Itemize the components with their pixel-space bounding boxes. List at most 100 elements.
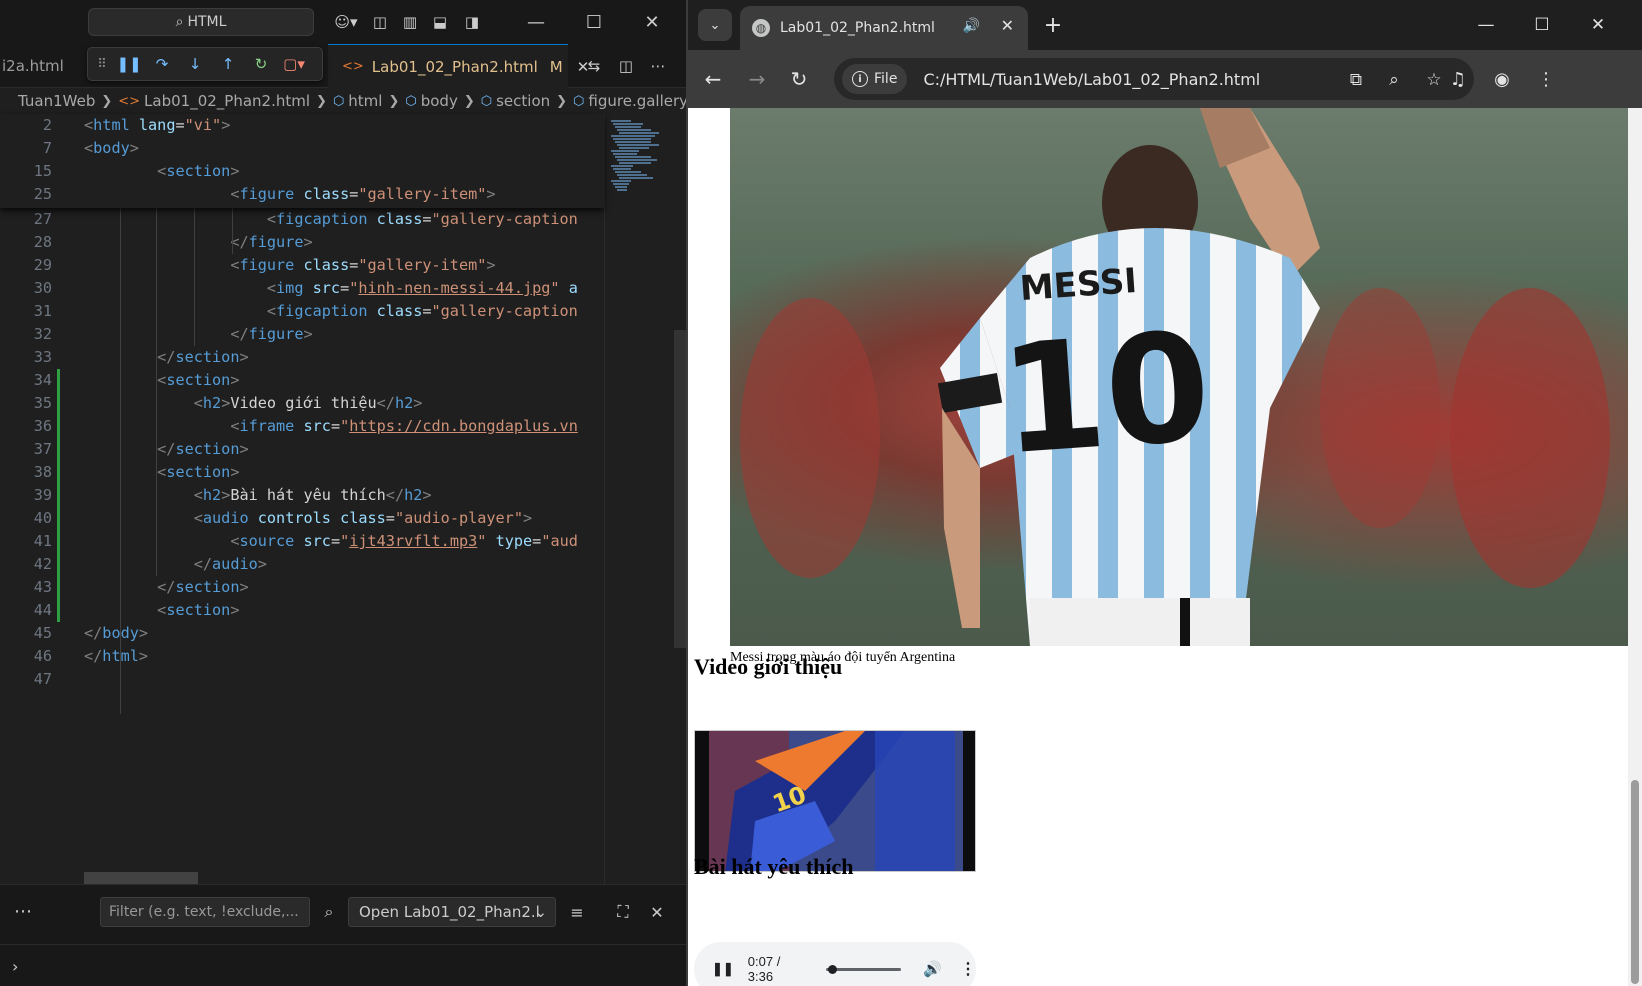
browser-toolbar: ← → ↻ i File C:/HTML/Tuan1Web/Lab01_02_P…: [688, 50, 1642, 108]
code-line[interactable]: 32 </figure>: [0, 323, 604, 346]
code-line[interactable]: 38 <section>: [0, 461, 604, 484]
open-changes-icon[interactable]: ⇆: [582, 54, 606, 78]
code-line[interactable]: 43 </section>: [0, 576, 604, 599]
code-line[interactable]: 31 <figcaption class="gallery-caption: [0, 300, 604, 323]
search-icon[interactable]: ⌕: [316, 899, 342, 925]
editor-horizontal-scrollbar[interactable]: [84, 872, 198, 884]
browser-tab[interactable]: ◍ Lab01_02_Phan2.html 🔊 ✕: [740, 6, 1028, 50]
video-embed[interactable]: 10: [694, 730, 976, 872]
forward-arrow-icon[interactable]: →: [742, 64, 772, 94]
code-line[interactable]: 41 <source src="ijt43rvflt.mp3" type="au…: [0, 530, 604, 553]
code-line[interactable]: 36 <iframe src="https://cdn.bongdaplus.v…: [0, 415, 604, 438]
word-wrap-icon[interactable]: ≡: [564, 899, 590, 925]
globe-icon: ◍: [752, 19, 770, 37]
close-window-icon[interactable]: ✕: [1578, 8, 1618, 42]
translate-icon[interactable]: ⧉: [1344, 68, 1368, 92]
terminal-area[interactable]: ›: [0, 944, 686, 986]
reload-icon[interactable]: ↻: [784, 64, 814, 94]
volume-icon[interactable]: 🔊: [923, 960, 942, 978]
maximize-icon[interactable]: ☐: [1522, 8, 1562, 42]
minimap[interactable]: [604, 114, 674, 884]
split-editor-icon[interactable]: ◫: [614, 54, 638, 78]
pause-icon[interactable]: ❚❚: [116, 52, 141, 76]
breadcrumb-item[interactable]: section: [496, 92, 550, 110]
code-line[interactable]: 28 </figure>: [0, 231, 604, 254]
audio-progress-knob[interactable]: [827, 964, 837, 974]
drag-handle-icon[interactable]: ⠿: [96, 52, 108, 76]
maximize-panel-icon[interactable]: ⛶: [610, 899, 636, 925]
audio-progress-track[interactable]: [825, 964, 902, 974]
zoom-icon[interactable]: ⌕: [1382, 68, 1406, 92]
code-line[interactable]: 15 <section>: [0, 160, 604, 183]
step-over-icon[interactable]: ↷: [150, 52, 174, 76]
step-out-icon[interactable]: ↑: [216, 52, 240, 76]
code-editor[interactable]: 2 <html lang="vi"> 7 <body> 15 <section> 25 <…: [0, 114, 686, 884]
breadcrumb-item[interactable]: html: [348, 92, 382, 110]
kebab-menu-icon[interactable]: ⋮: [1532, 65, 1560, 93]
kebab-menu-icon[interactable]: ⋮: [960, 959, 976, 979]
minimize-icon[interactable]: —: [1466, 8, 1506, 42]
breadcrumb-item[interactable]: figure.gallery: [588, 92, 686, 110]
media-control-icon[interactable]: ♫: [1444, 65, 1472, 93]
close-tab-icon[interactable]: ✕: [1001, 16, 1014, 35]
code-line[interactable]: 45 </body>: [0, 622, 604, 645]
line-number: 25: [33, 185, 52, 203]
code-line[interactable]: 39 <h2>Bài hát yêu thích</h2>: [0, 484, 604, 507]
minimap-line: [619, 147, 649, 149]
code-line[interactable]: 46 </html>: [0, 645, 604, 668]
tab-previous-file[interactable]: i2a.html: [0, 44, 88, 88]
speaker-icon[interactable]: 🔊: [963, 18, 980, 34]
code-line[interactable]: 29 <figure class="gallery-item">: [0, 254, 604, 277]
breadcrumb-item[interactable]: Tuan1Web: [18, 92, 95, 110]
url-text[interactable]: C:/HTML/Tuan1Web/Lab01_02_Phan2.html: [923, 70, 1260, 89]
output-channel-select[interactable]: Open Lab01_02_Phan2.l ⌄: [348, 897, 556, 927]
page-scrollbar-thumb[interactable]: [1631, 780, 1639, 984]
code-text: <body>: [84, 139, 139, 157]
copilot-icon[interactable]: ☺▾: [328, 10, 364, 34]
code-line[interactable]: 2 <html lang="vi">: [0, 114, 604, 137]
more-icon[interactable]: ⋯: [14, 901, 32, 922]
code-line[interactable]: 33 </section>: [0, 346, 604, 369]
pause-icon[interactable]: ❚❚: [712, 961, 734, 977]
new-tab-button[interactable]: +: [1038, 10, 1068, 40]
code-line[interactable]: 42 </audio>: [0, 553, 604, 576]
address-bar[interactable]: i File C:/HTML/Tuan1Web/Lab01_02_Phan2.h…: [834, 58, 1474, 100]
close-window-icon[interactable]: ✕: [636, 8, 668, 36]
filter-input[interactable]: Filter (e.g. text, !exclude,...: [100, 897, 310, 927]
customize-layout-icon[interactable]: ◫: [368, 10, 392, 34]
minimize-icon[interactable]: —: [520, 8, 552, 36]
close-panel-icon[interactable]: ✕: [644, 899, 670, 925]
code-line[interactable]: 27 <figcaption class="gallery-caption: [0, 208, 604, 231]
back-arrow-icon[interactable]: ←: [698, 64, 728, 94]
code-line[interactable]: 30 <img src="hinh-nen-messi-44.jpg" a: [0, 277, 604, 300]
profile-icon[interactable]: ◉: [1488, 65, 1516, 93]
toggle-secondary-sidebar-icon[interactable]: ◨: [460, 10, 484, 34]
bookmark-star-icon[interactable]: ☆: [1422, 68, 1446, 92]
code-line[interactable]: 44 <section>: [0, 599, 604, 622]
code-line[interactable]: 7 <body>: [0, 137, 604, 160]
audio-player[interactable]: ❚❚ 0:07 / 3:36 🔊 ⋮: [694, 942, 976, 986]
tab-active-file[interactable]: <> Lab01_02_Phan2.html M ✕: [328, 44, 589, 88]
code-line[interactable]: 37 </section>: [0, 438, 604, 461]
code-line[interactable]: 40 <audio controls class="audio-player">: [0, 507, 604, 530]
code-line[interactable]: 47: [0, 668, 604, 691]
audio-current-time: 0:07: [747, 954, 774, 969]
breadcrumb-item[interactable]: Lab01_02_Phan2.html: [144, 92, 310, 110]
editor-scrollbar-thumb[interactable]: [674, 330, 686, 648]
more-actions-icon[interactable]: ⋯: [646, 54, 670, 78]
restart-icon[interactable]: ↻: [249, 52, 273, 76]
code-line[interactable]: 35 <h2>Video giới thiệu</h2>: [0, 392, 604, 415]
command-center[interactable]: ⌕ HTML: [88, 8, 314, 36]
git-change-indicator[interactable]: [57, 369, 60, 622]
maximize-icon[interactable]: ☐: [578, 8, 610, 36]
breadcrumb-item[interactable]: body: [421, 92, 458, 110]
toggle-panel-icon[interactable]: ⬓: [428, 10, 452, 34]
code-line[interactable]: 25 <figure class="gallery-item">: [0, 183, 604, 206]
info-icon: i: [852, 71, 868, 87]
toggle-primary-sidebar-icon[interactable]: ▥: [398, 10, 422, 34]
tab-search-button[interactable]: ⌄: [698, 9, 732, 41]
step-into-icon[interactable]: ↓: [183, 52, 207, 76]
site-info-chip[interactable]: i File: [842, 64, 908, 94]
code-line[interactable]: 34 <section>: [0, 369, 604, 392]
stop-icon[interactable]: ▢▾: [282, 52, 306, 76]
